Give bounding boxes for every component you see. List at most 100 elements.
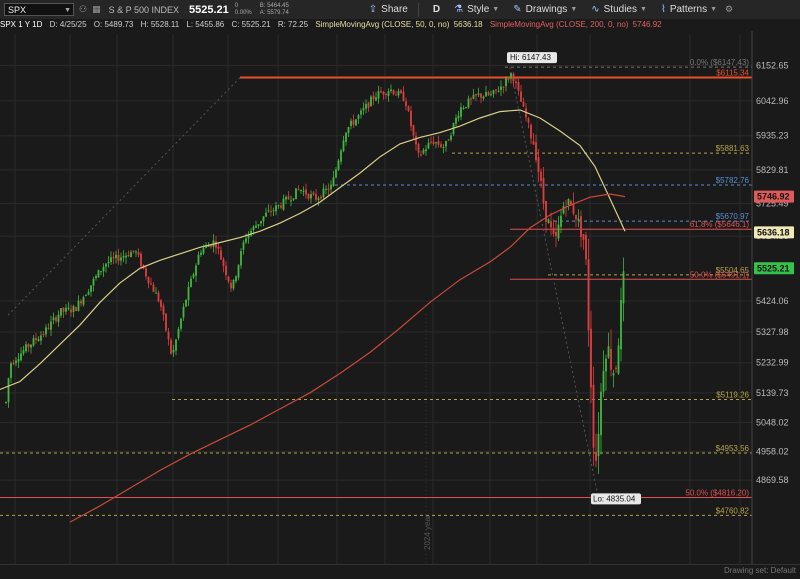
- candle-body: [512, 73, 515, 82]
- share-label: Share: [381, 4, 408, 15]
- price-tag-text: 5746.92: [757, 192, 790, 202]
- candle-body: [165, 313, 167, 331]
- patterns-button[interactable]: ⌇ Patterns ▼: [661, 4, 717, 15]
- candle-body: [370, 96, 372, 107]
- link-icon[interactable]: ⚇: [79, 4, 87, 15]
- candle-body: [495, 89, 497, 91]
- candle-body: [202, 248, 205, 254]
- candle-body: [272, 210, 275, 212]
- candle-body: [472, 94, 475, 99]
- candle-body: [610, 348, 612, 370]
- candle-body: [335, 169, 337, 178]
- candle-body: [127, 254, 130, 257]
- settings-icon[interactable]: ⚙: [725, 4, 733, 15]
- candle-body: [280, 205, 282, 208]
- candle-body: [77, 300, 80, 311]
- status-range: R: 72.25: [277, 20, 309, 29]
- candle-body: [507, 78, 510, 80]
- candle-body: [340, 150, 342, 162]
- candle-body: [392, 90, 395, 95]
- chevron-down-icon[interactable]: ▼: [64, 4, 71, 17]
- candle-body: [427, 142, 430, 149]
- candle-body: [90, 285, 92, 292]
- candle-body: [407, 106, 410, 111]
- candle-body: [257, 224, 260, 226]
- price-level-label: $4953.56: [716, 444, 750, 453]
- candle-body: [287, 196, 290, 200]
- candle-body: [175, 339, 177, 351]
- price-level-label: 50.0% ($4816.20): [685, 488, 749, 497]
- candle-body: [417, 143, 420, 153]
- candle-body: [557, 224, 560, 239]
- candle-body: [70, 309, 72, 313]
- candle-body: [487, 92, 490, 96]
- candle-body: [32, 338, 35, 346]
- candle-body: [85, 295, 87, 297]
- candle-body: [622, 271, 625, 304]
- candle-body: [275, 205, 277, 212]
- drawing-set-label[interactable]: Drawing set: Default: [724, 566, 796, 575]
- candle-body: [355, 119, 357, 126]
- price-tick-label: 5829.81: [756, 165, 789, 175]
- candle-body: [277, 205, 280, 207]
- high-label: Hi: 6147.43: [510, 53, 551, 62]
- period-button[interactable]: D: [433, 4, 440, 15]
- candle-body: [330, 184, 332, 190]
- candle-body: [295, 188, 297, 200]
- candle-body: [515, 81, 517, 84]
- status-open: O: 5489.73: [93, 20, 134, 29]
- drawings-button[interactable]: ✎ Drawings ▼: [513, 4, 577, 15]
- candle-body: [105, 263, 107, 267]
- candle-body: [575, 214, 577, 220]
- candle-body: [322, 188, 325, 198]
- candle-body: [390, 89, 392, 91]
- candle-body: [5, 401, 7, 403]
- candle-body: [102, 266, 105, 272]
- candle-body: [502, 86, 505, 88]
- grid-icon[interactable]: ▦: [92, 4, 101, 15]
- price-level-label: $5881.63: [716, 144, 750, 153]
- candle-body: [45, 327, 47, 335]
- status-high: H: 5528.11: [140, 20, 180, 29]
- candle-body: [170, 340, 172, 354]
- candle-body: [450, 135, 452, 140]
- candle-body: [62, 307, 65, 312]
- symbol-input[interactable]: SPX ▼: [4, 3, 74, 16]
- candle-body: [362, 108, 365, 111]
- price-level-label: 61.8% ($5646.1): [690, 220, 749, 229]
- candle-body: [585, 235, 587, 260]
- top-toolbar: SPX ▼ ⚇ ▦ S & P 500 INDEX 5525.21 0 0.00…: [0, 0, 800, 20]
- price-tick-label: 5935.23: [756, 131, 789, 141]
- candle-body: [137, 252, 140, 255]
- candle-body: [542, 178, 545, 204]
- candle-body: [377, 91, 380, 99]
- candle-body: [350, 120, 352, 127]
- candle-body: [262, 216, 265, 222]
- price-chart[interactable]: 0.0% ($6147.43) $6115.34 $5881.63 $5782.76 $…: [0, 20, 800, 578]
- candle-body: [480, 93, 482, 98]
- candle-body: [17, 359, 20, 362]
- share-icon: ⇪: [368, 4, 378, 15]
- candle-body: [152, 284, 155, 292]
- candle-body: [357, 115, 360, 119]
- share-button[interactable]: ⇪ Share: [369, 4, 408, 15]
- candle-body: [457, 115, 460, 119]
- candle-body: [195, 265, 197, 276]
- candle-body: [147, 276, 150, 284]
- candle-body: [405, 101, 407, 107]
- candle-body: [547, 219, 550, 224]
- candle-body: [222, 259, 225, 267]
- style-button[interactable]: ⚗ Style ▼: [454, 4, 499, 15]
- drawings-label: Drawings: [525, 4, 568, 15]
- candle-body: [227, 276, 230, 282]
- candle-body: [10, 363, 12, 378]
- studies-button[interactable]: ∿ Studies ▼: [591, 4, 647, 15]
- candle-body: [402, 91, 405, 102]
- candle-body: [462, 107, 465, 109]
- price-axis[interactable]: 6152.656042.965935.235829.815725.495624.…: [751, 20, 800, 578]
- price-level-label: 0.0% ($6147.43): [690, 58, 749, 67]
- candle-body: [372, 95, 375, 100]
- candle-body: [40, 335, 42, 341]
- index-name: S & P 500 INDEX: [108, 4, 179, 15]
- candle-body: [582, 234, 585, 240]
